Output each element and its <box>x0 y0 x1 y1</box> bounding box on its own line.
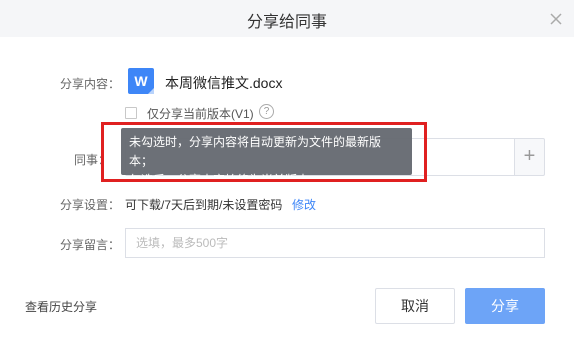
file-name: 本周微信推文.docx <box>165 75 283 91</box>
dialog-title: 分享给同事 <box>246 14 327 31</box>
current-version-checkbox[interactable] <box>125 107 137 119</box>
close-icon[interactable] <box>547 10 565 28</box>
share-dialog: 分享给同事 分享内容： W 本周微信推文.docx 仅分享当前版本(V1) ? … <box>0 0 574 350</box>
content-label: 分享内容： <box>59 77 120 91</box>
cancel-button[interactable]: 取消 <box>375 288 455 324</box>
settings-value: 可下载/7天后到期/未设置密码 <box>125 198 283 212</box>
message-input[interactable] <box>125 228 545 258</box>
edit-settings-link[interactable]: 修改 <box>292 196 316 213</box>
colleague-label: 同事： <box>73 153 110 167</box>
highlight-box <box>101 122 427 182</box>
add-colleague-button[interactable]: + <box>514 138 545 176</box>
share-button[interactable]: 分享 <box>465 288 545 324</box>
word-file-icon: W <box>128 68 154 94</box>
message-label: 分享留言： <box>59 238 120 252</box>
help-icon[interactable]: ? <box>259 104 274 119</box>
settings-label: 分享设置： <box>59 198 120 212</box>
current-version-label[interactable]: 仅分享当前版本(V1) <box>147 105 254 122</box>
dialog-header: 分享给同事 <box>0 0 574 37</box>
history-link[interactable]: 查看历史分享 <box>25 298 97 315</box>
